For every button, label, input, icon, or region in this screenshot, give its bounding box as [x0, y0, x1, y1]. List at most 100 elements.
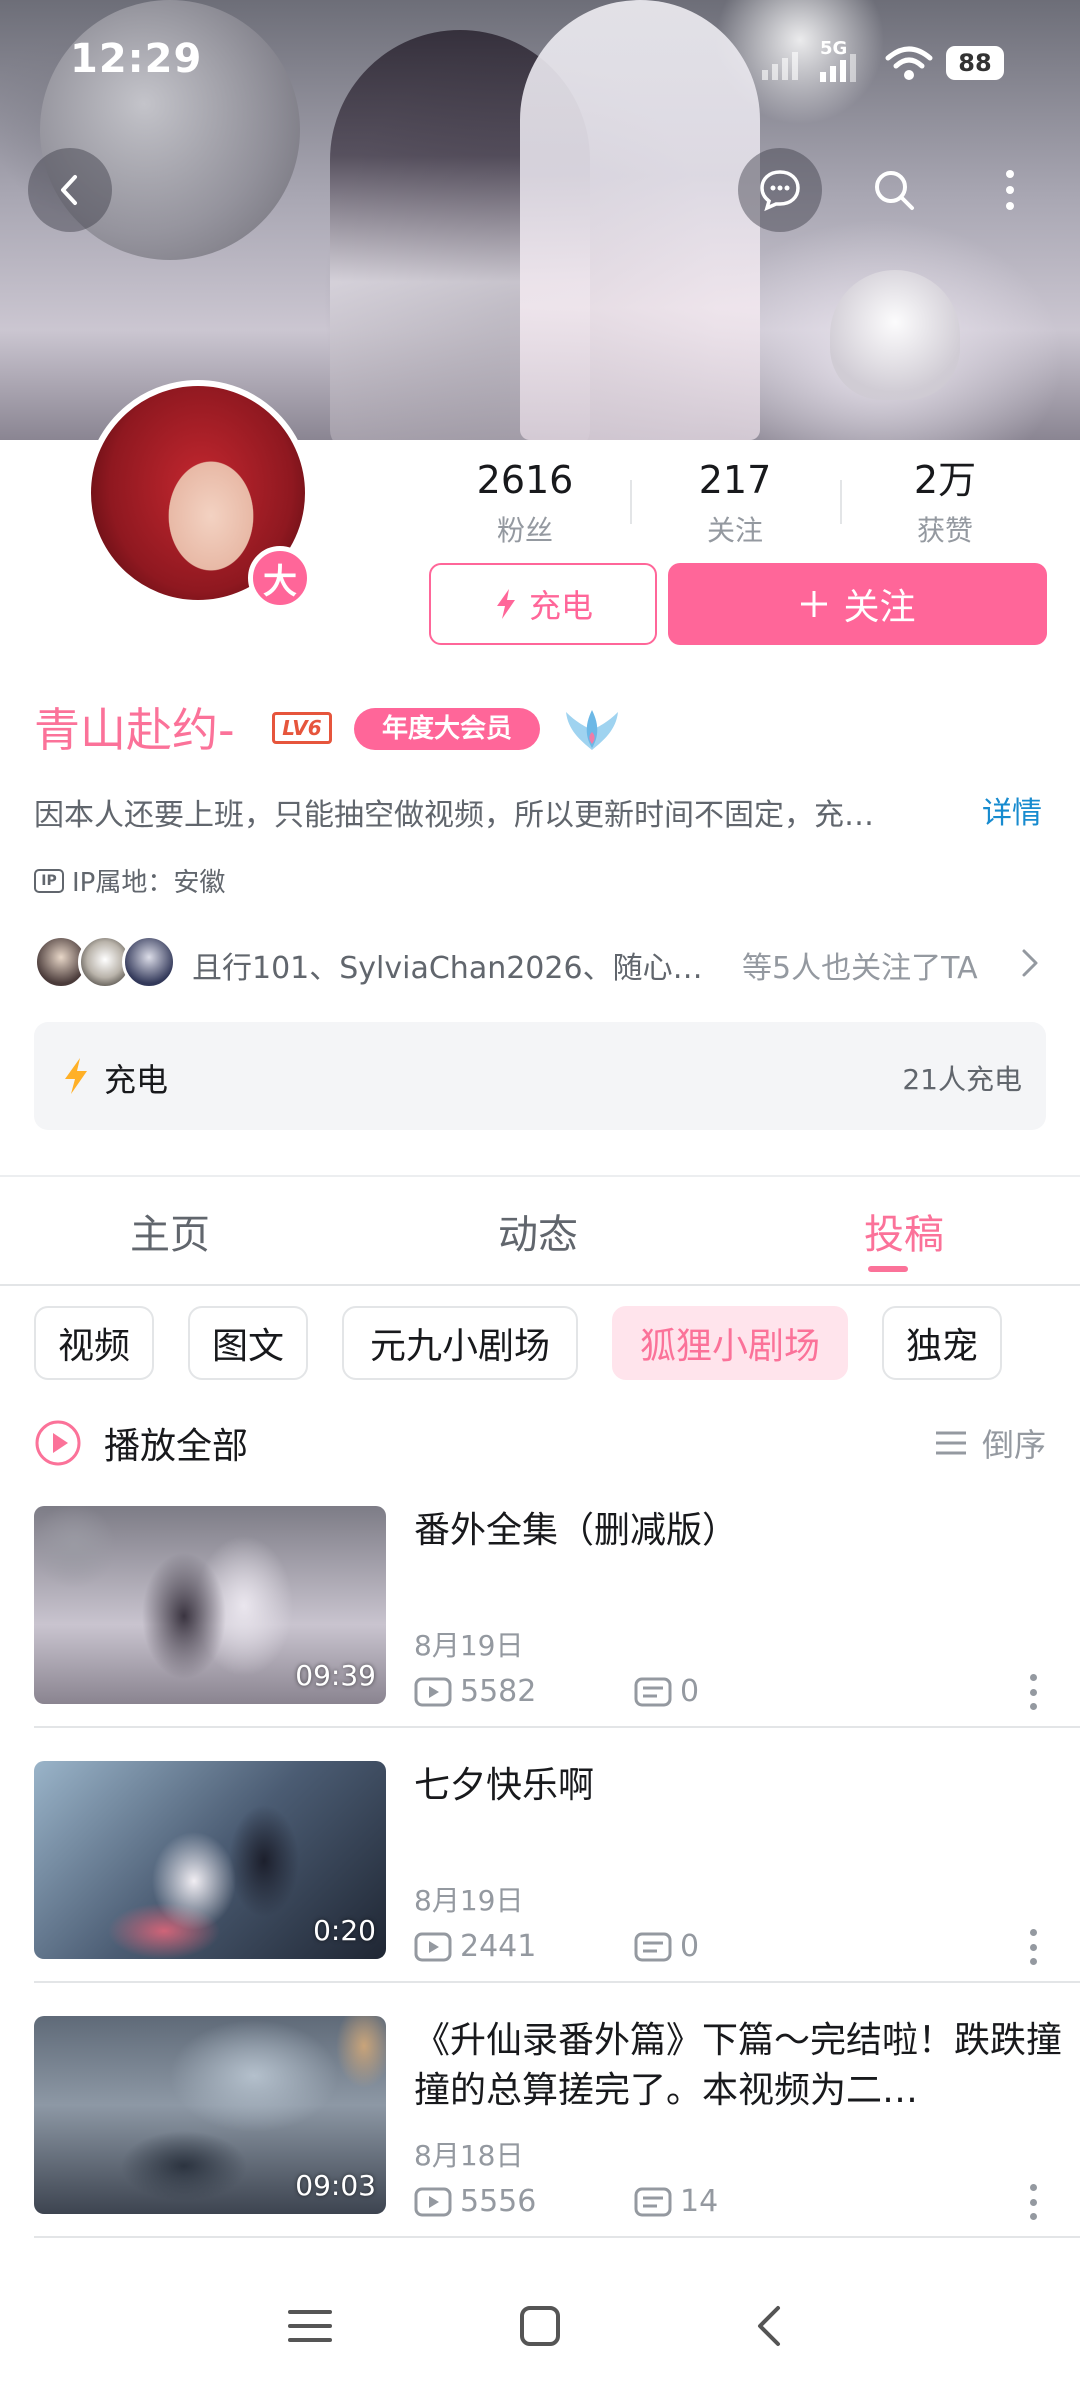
bio-text: 因本人还要上班，只能抽空做视频，所以更新时间不固定，充… [34, 798, 874, 833]
list-sort-icon [936, 1431, 966, 1455]
charge-card[interactable]: 充电 21人充电 [34, 1022, 1046, 1130]
follow-button-label: 关注 [843, 587, 916, 628]
bio-details-link[interactable]: 详情 [982, 788, 1042, 832]
mutual-followers-names: 且行101、SylviaChan2026、随心… [192, 951, 703, 986]
status-time: 12:29 [70, 36, 203, 82]
mutual-follower-avatar [122, 935, 176, 989]
video-date: 8月19日 [414, 1629, 524, 1662]
stat-fans-value: 2616 [476, 458, 574, 502]
video-views-count: 2441 [460, 1929, 537, 1964]
video-more-button[interactable] [1018, 1929, 1048, 1965]
tab-dynamics[interactable]: 动态 [498, 1202, 578, 1260]
vip-tag[interactable]: 年度大会员 [354, 708, 540, 750]
video-thumbnail[interactable]: 0:20 [34, 1761, 386, 1959]
charge-card-label: 充电 [104, 1061, 169, 1099]
video-comments-count: 0 [680, 1929, 700, 1964]
play-circle-icon [35, 1420, 81, 1466]
video-title: 番外全集（删减版） [414, 1510, 739, 1551]
video-item[interactable]: 09:39 番外全集（删减版） 8月19日 5582 0 [34, 1506, 1080, 1744]
comment-count-icon [634, 2187, 672, 2216]
lightning-icon [65, 1058, 87, 1094]
filter-chip-video[interactable]: 视频 [34, 1306, 154, 1380]
back-button[interactable] [28, 148, 112, 232]
stat-following[interactable]: 217 关注 [635, 455, 835, 549]
signal-5g-icon [820, 54, 856, 82]
mutual-followers-suffix: 等5人也关注了TA [742, 951, 978, 986]
video-more-button[interactable] [1018, 2184, 1048, 2220]
list-divider [34, 1726, 1080, 1728]
wing-badge-icon[interactable] [562, 700, 622, 754]
vip-badge: 大 [248, 546, 312, 610]
tab-active-indicator [868, 1266, 908, 1272]
stat-divider [630, 480, 632, 524]
filter-chip-exclusive[interactable]: 独宠 [882, 1306, 1002, 1380]
video-date: 8月19日 [414, 1884, 524, 1917]
video-comments-count: 14 [680, 2184, 719, 2219]
play-count-icon [414, 2187, 452, 2216]
more-button[interactable] [970, 148, 1050, 232]
video-duration: 0:20 [313, 1914, 376, 1947]
user-name: 青山赴约- [34, 703, 235, 757]
comment-count-icon [634, 1677, 672, 1706]
banner-fox-art [830, 270, 960, 400]
ip-location: IP IP属地：安徽 [34, 862, 225, 899]
menu-nav-icon[interactable] [288, 2306, 332, 2346]
chat-bubble-icon [760, 170, 800, 212]
video-duration: 09:39 [295, 1659, 376, 1692]
plus-icon [801, 591, 828, 617]
chevron-right-icon [1022, 949, 1038, 977]
video-views-count: 5582 [460, 1674, 537, 1709]
level-badge[interactable]: LV6 [272, 712, 332, 744]
play-all-button[interactable]: 播放全部 [34, 1415, 248, 1471]
search-icon [875, 171, 914, 210]
charge-button-label: 充电 [528, 587, 593, 625]
video-date: 8月18日 [414, 2139, 524, 2172]
video-thumbnail[interactable]: 09:39 [34, 1506, 386, 1704]
stat-divider [840, 480, 842, 524]
list-divider [34, 2236, 1080, 2238]
play-count-icon [414, 1932, 452, 1961]
video-views-count: 5556 [460, 2184, 537, 2219]
stat-fans[interactable]: 2616 粉丝 [425, 455, 625, 549]
back-nav-icon[interactable] [750, 2304, 790, 2348]
filter-chip-fox-theater[interactable]: 狐狸小剧场 [612, 1306, 848, 1380]
video-title: 《升仙录番外篇》下篇～完结啦！跌跌撞撞的总算搓完了。本视频为二… [414, 2020, 1063, 2111]
stat-following-value: 217 [698, 458, 772, 502]
message-button[interactable] [738, 148, 822, 232]
home-nav-icon[interactable] [518, 2304, 562, 2348]
video-item[interactable]: 09:03 《升仙录番外篇》下篇～完结啦！跌跌撞撞的总算搓完了。本视频为二… 8… [34, 2016, 1080, 2254]
video-more-button[interactable] [1018, 1674, 1048, 1710]
filter-chip-image-text[interactable]: 图文 [188, 1306, 308, 1380]
more-vertical-icon [1006, 170, 1014, 210]
sort-order-label: 倒序 [982, 1426, 1047, 1464]
tab-uploads[interactable]: 投稿 [864, 1202, 944, 1260]
video-comments-count: 0 [680, 1674, 700, 1709]
video-views: 5582 [414, 1674, 536, 1709]
stat-following-label: 关注 [706, 514, 763, 547]
list-divider [34, 1981, 1080, 1983]
search-button[interactable] [852, 148, 936, 232]
play-all-label: 播放全部 [104, 1426, 249, 1467]
profile-tabs: 主页 动态 投稿 [0, 1180, 1080, 1286]
lightning-icon [496, 589, 515, 619]
follow-button[interactable]: 关注 [668, 563, 1047, 645]
mutual-followers-row[interactable]: 且行101、SylviaChan2026、随心… 等5人也关注了TA [34, 935, 1044, 995]
video-views: 5556 [414, 2184, 536, 2219]
play-count-icon [414, 1677, 452, 1706]
stat-fans-label: 粉丝 [496, 514, 553, 547]
charge-card-count: 21人充电 [902, 1063, 1022, 1096]
stat-likes-value: 2万 [913, 458, 977, 502]
filter-chip-yuanjiu-theater[interactable]: 元九小剧场 [342, 1306, 578, 1380]
stat-likes[interactable]: 2万 获赞 [845, 455, 1045, 549]
wifi-icon [885, 46, 933, 80]
tab-home[interactable]: 主页 [130, 1202, 210, 1260]
charge-button[interactable]: 充电 [429, 563, 657, 645]
system-nav-bar [0, 2260, 1080, 2400]
chevron-left-icon [61, 175, 77, 205]
video-item[interactable]: 0:20 七夕快乐啊 8月19日 2441 0 [34, 1761, 1080, 1999]
video-thumbnail[interactable]: 09:03 [34, 2016, 386, 2214]
ip-location-text: IP属地：安徽 [72, 868, 226, 898]
video-views: 2441 [414, 1929, 536, 1964]
stat-likes-label: 获赞 [916, 514, 973, 547]
sort-order-button[interactable]: 倒序 [934, 1420, 1046, 1466]
